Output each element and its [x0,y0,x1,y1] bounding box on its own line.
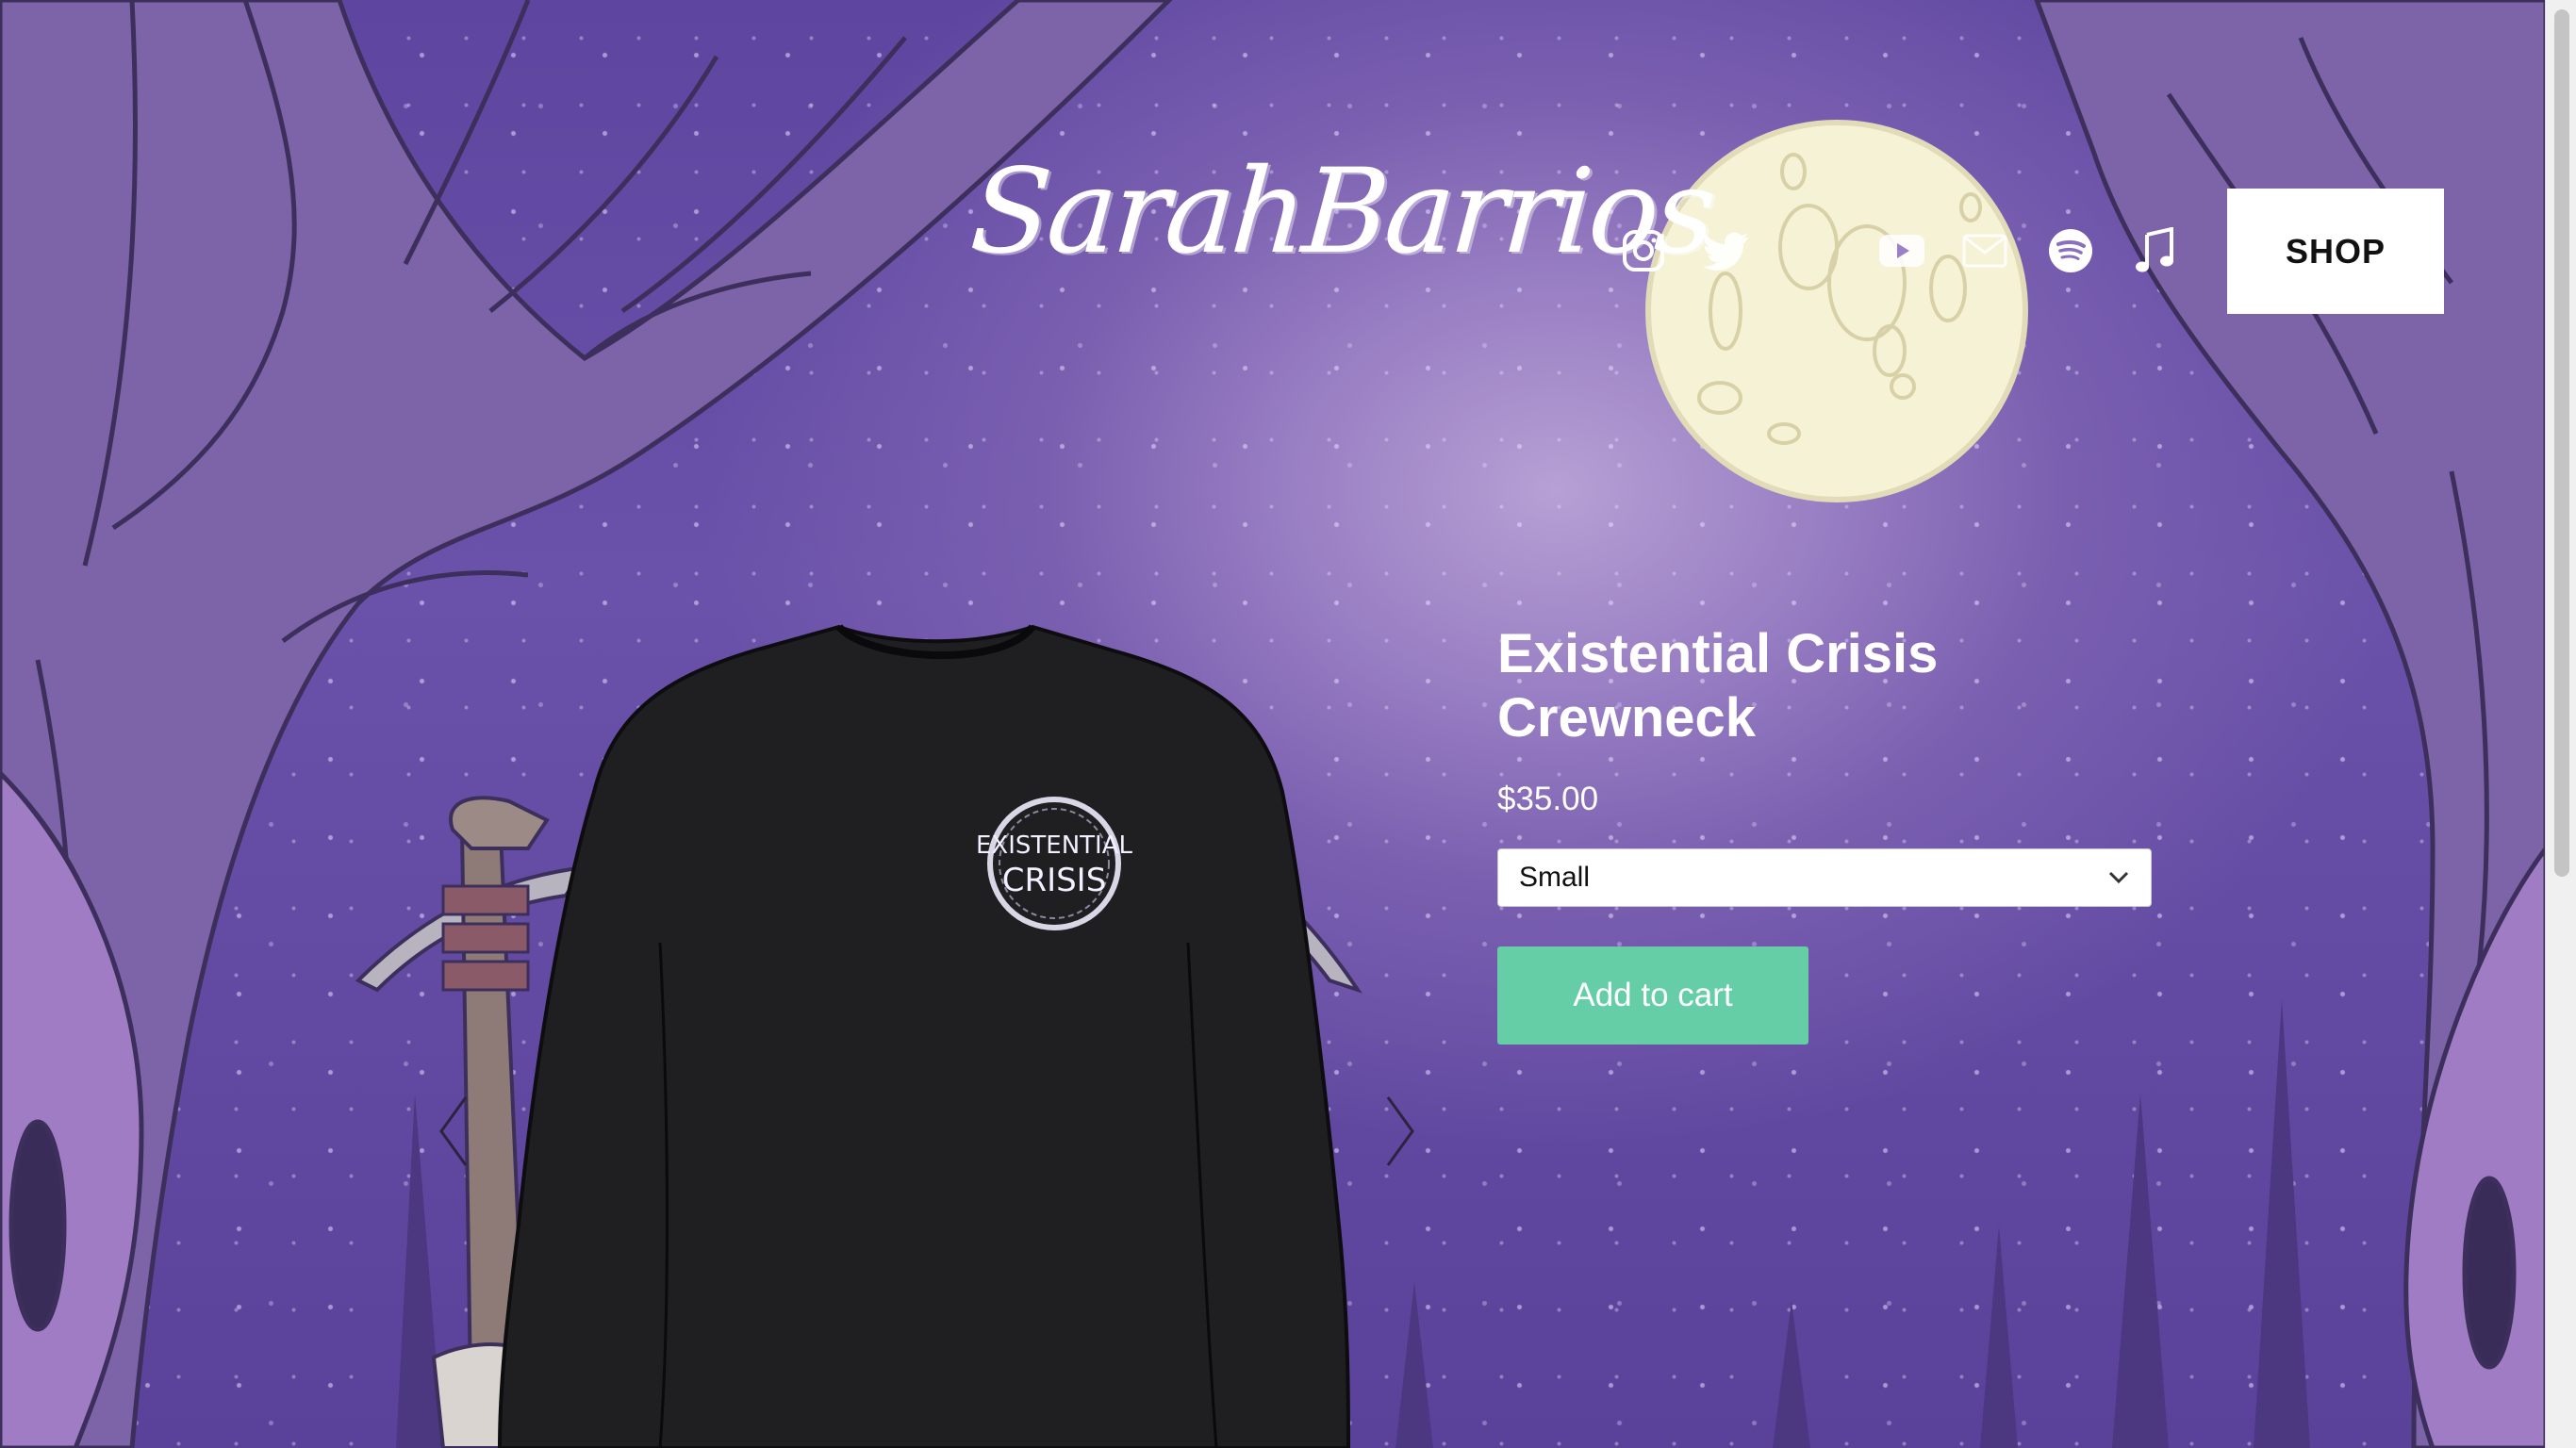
chevron-down-icon [2108,871,2129,884]
email-icon[interactable] [1957,222,2013,279]
sweatshirt-badge-text: EXISTENTIAL [976,831,1133,860]
previous-image-button[interactable] [424,1084,481,1178]
add-to-cart-button[interactable]: Add to cart [1497,946,1808,1045]
chevron-right-icon [1386,1096,1414,1166]
twitter-icon[interactable] [1697,222,1754,279]
left-rock [0,769,144,1448]
grass-spikes [396,999,2310,1448]
youtube-icon[interactable] [1874,222,1930,279]
sweatshirt-badge-text: CRISIS [1002,862,1107,899]
site-logo[interactable]: SarahBarrios [966,141,1717,283]
spotify-icon[interactable] [2042,222,2099,279]
music-note-icon[interactable] [2126,222,2183,279]
product-page: EXISTENTIAL CRISIS SarahBarrios SHOP Exi… [0,0,2576,1448]
scrollbar-thumb[interactable] [2554,9,2569,877]
sweatshirt-image [497,624,1350,1448]
instagram-icon[interactable] [1615,222,1672,279]
right-rock [2403,841,2549,1448]
size-select[interactable]: Small [1497,848,2152,907]
scrollbar[interactable] [2545,0,2576,1448]
next-image-button[interactable] [1373,1084,1429,1178]
chevron-left-icon [439,1096,468,1166]
product-title: Existential Crisis Crewneck [1497,623,1939,749]
pickaxe-illustration [355,796,1362,1448]
shop-button[interactable]: SHOP [2227,189,2444,314]
size-select-value: Small [1519,862,1591,893]
product-price: $35.00 [1497,781,1599,817]
